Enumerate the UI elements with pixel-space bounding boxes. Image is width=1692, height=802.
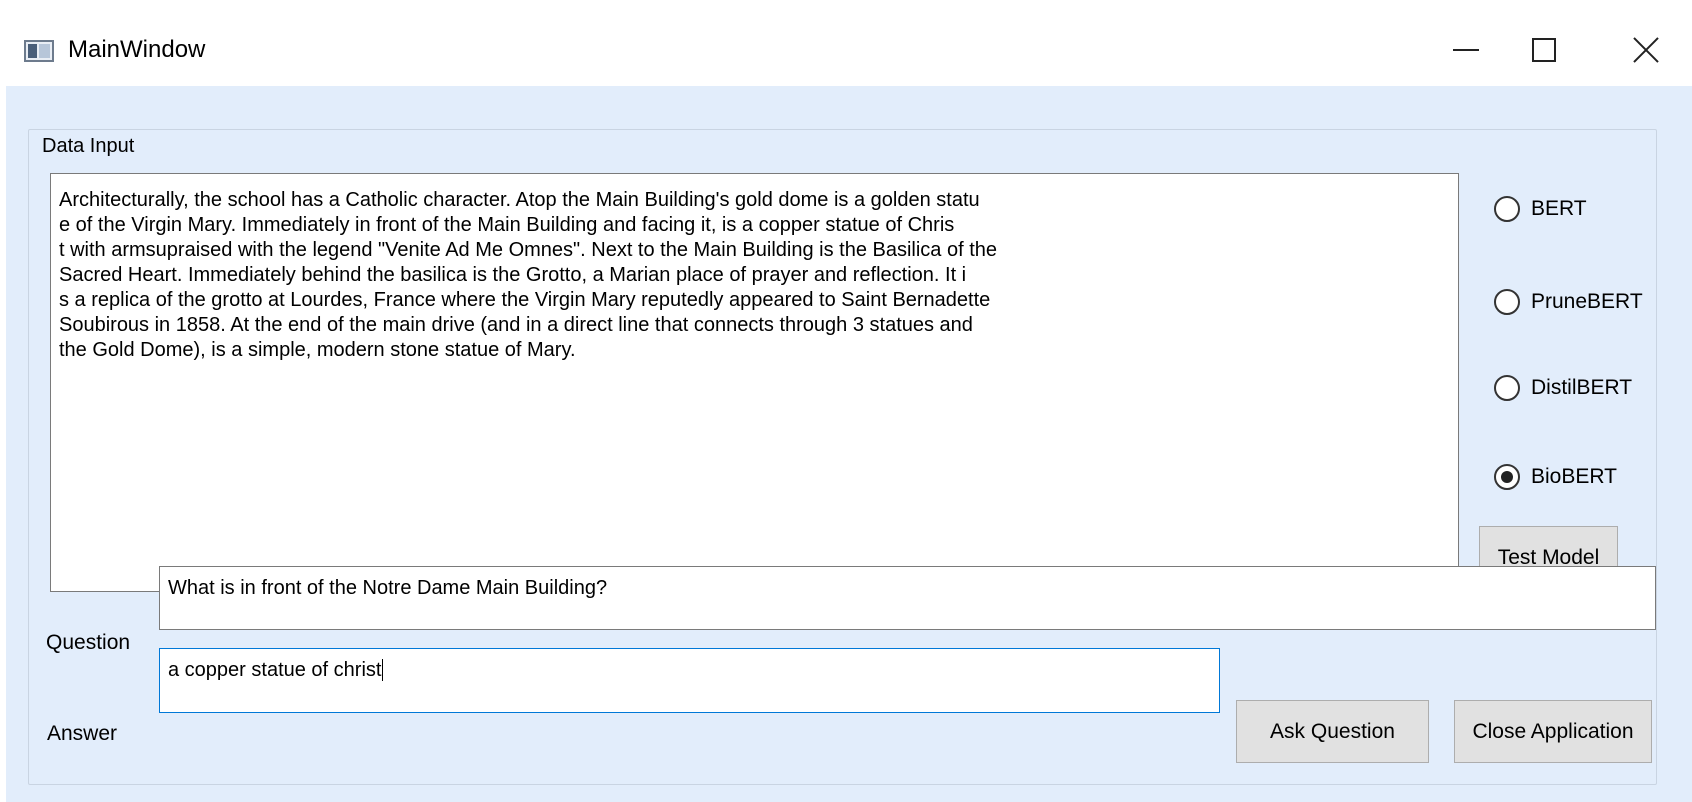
title-bar: MainWindow [0, 0, 1692, 86]
ask-question-button[interactable]: Ask Question [1236, 700, 1429, 763]
radio-label-bert: BERT [1531, 197, 1587, 220]
radio-indicator[interactable] [1494, 196, 1520, 222]
minimize-button[interactable] [1430, 24, 1502, 76]
maximize-button[interactable] [1508, 24, 1580, 76]
answer-input[interactable]: a copper statue of christ [159, 648, 1220, 713]
answer-input-value: a copper statue of christ [168, 659, 382, 681]
radio-prunebert[interactable]: PruneBERT [1494, 289, 1643, 315]
radio-indicator[interactable] [1494, 375, 1520, 401]
app-window-icon [24, 40, 54, 62]
maximize-icon [1532, 38, 1556, 62]
text-caret [382, 659, 384, 681]
radio-label-biobert: BioBERT [1531, 465, 1617, 488]
question-input[interactable]: What is in front of the Notre Dame Main … [159, 566, 1656, 630]
question-label: Question [46, 631, 131, 654]
radio-biobert[interactable]: BioBERT [1494, 464, 1617, 490]
radio-label-distilbert: DistilBERT [1531, 376, 1633, 399]
data-input-textarea[interactable]: Architecturally, the school has a Cathol… [50, 173, 1459, 592]
radio-label-prunebert: PruneBERT [1531, 290, 1643, 313]
window-title: MainWindow [68, 36, 206, 63]
close-icon [1632, 36, 1660, 64]
radio-distilbert[interactable]: DistilBERT [1494, 375, 1632, 401]
radio-bert[interactable]: BERT [1494, 196, 1587, 222]
answer-label: Answer [47, 722, 118, 745]
radio-indicator-checked[interactable] [1494, 464, 1520, 490]
close-window-button[interactable] [1610, 24, 1682, 76]
group-title: Data Input [41, 135, 136, 158]
main-window-client: Data Input Architecturally, the school h… [6, 86, 1692, 802]
minimize-icon [1453, 49, 1479, 51]
radio-indicator[interactable] [1494, 289, 1520, 315]
question-input-value: What is in front of the Notre Dame Main … [168, 577, 608, 599]
close-application-button[interactable]: Close Application [1454, 700, 1652, 763]
